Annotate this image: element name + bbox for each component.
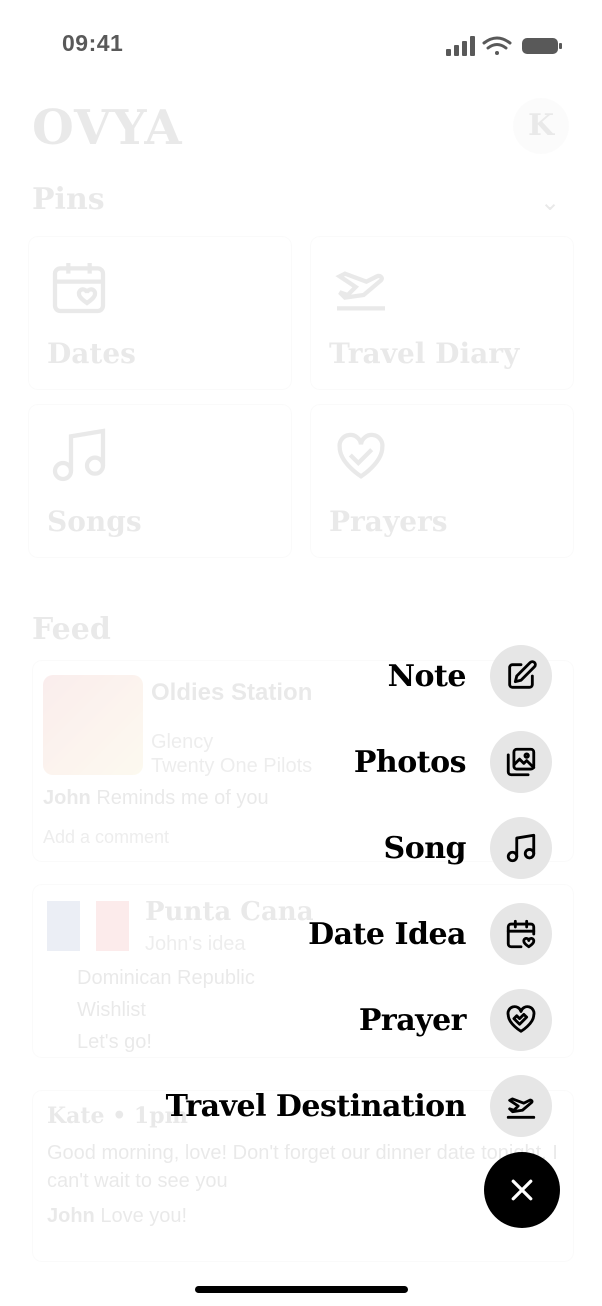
close-menu-button[interactable]	[484, 1152, 560, 1228]
note-button[interactable]	[490, 645, 552, 707]
home-indicator	[195, 1286, 408, 1293]
menu-label: Date Idea	[308, 916, 466, 952]
menu-label: Photos	[353, 744, 467, 780]
hands-heart-icon	[506, 1005, 536, 1033]
calendar-heart-icon	[506, 919, 536, 949]
travel-destination-button[interactable]	[490, 1075, 552, 1137]
menu-label: Note	[387, 658, 467, 694]
close-icon	[511, 1179, 533, 1201]
menu-label: Song	[383, 830, 467, 866]
photos-icon	[506, 747, 536, 777]
menu-item-song[interactable]: Song	[384, 816, 552, 880]
menu-item-photos[interactable]: Photos	[354, 730, 552, 794]
date-idea-button[interactable]	[490, 903, 552, 965]
prayer-button[interactable]	[490, 989, 552, 1051]
menu-item-prayer[interactable]: Prayer	[359, 988, 552, 1052]
menu-label: Travel Destination	[165, 1088, 467, 1124]
song-button[interactable]	[490, 817, 552, 879]
music-note-icon	[506, 833, 536, 863]
edit-note-icon	[508, 660, 537, 689]
menu-item-travel-destination[interactable]: Travel Destination	[166, 1074, 552, 1138]
menu-item-note[interactable]: Note	[388, 644, 552, 708]
plane-takeoff-icon	[506, 1097, 536, 1119]
menu-item-date-idea[interactable]: Date Idea	[308, 902, 552, 966]
photos-button[interactable]	[490, 731, 552, 793]
menu-label: Prayer	[358, 1002, 467, 1038]
